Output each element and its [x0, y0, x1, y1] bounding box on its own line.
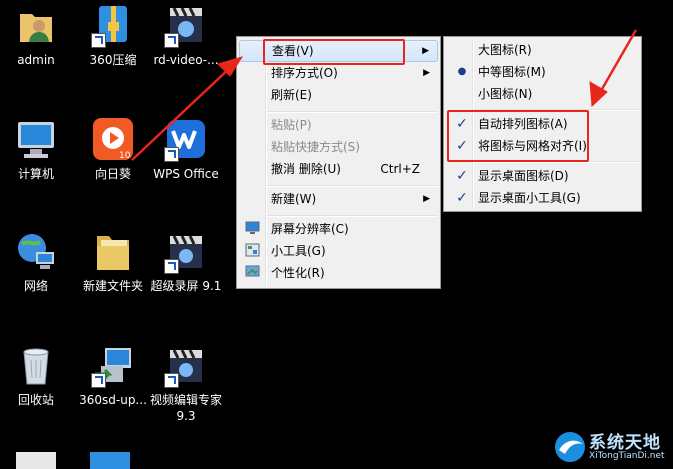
menu-item-paste[interactable]: 粘贴(P): [239, 114, 438, 136]
desktop-icon-network[interactable]: 网络: [0, 230, 72, 294]
menu-shortcut: Ctrl+Z: [380, 162, 420, 176]
watermark-logo-icon: [555, 432, 585, 462]
desktop-icon-label: 360压缩: [89, 53, 137, 67]
desktop-icon-label: rd-video-...: [153, 53, 219, 67]
desktop-icon-360sd[interactable]: 360sd-up...: [77, 344, 149, 408]
desktop-icon-label: 回收站: [17, 393, 54, 407]
desktop-icon-label: 向日葵: [94, 167, 131, 181]
menu-separator: [267, 185, 438, 187]
desktop-icon-computer[interactable]: 计算机: [0, 118, 72, 182]
desktop-icon-label: 360sd-up...: [79, 393, 147, 407]
watermark-title: 系统天地: [589, 433, 661, 453]
shortcut-arrow-icon: [91, 33, 106, 48]
watermark: 系统天地 XiTongTianDi.net: [553, 426, 673, 469]
watermark-url: XiTongTianDi.net: [589, 451, 665, 461]
selected-dot-icon: ●: [457, 66, 467, 77]
user-folder-icon: [14, 4, 58, 48]
submenu-arrow-icon: ▶: [423, 194, 430, 204]
desktop-icon-label: 超级录屏 9.1: [150, 279, 222, 293]
menu-separator: [267, 215, 438, 217]
desktop-icon-label: 新建文件夹: [82, 279, 143, 293]
desktop-context-menu: 查看(V) ▶ 排序方式(O) ▶ 刷新(E) 粘贴(P) 粘贴快捷方式(S) …: [236, 36, 441, 289]
menu-item-refresh[interactable]: 刷新(E): [239, 84, 438, 106]
partial-desktop-icon[interactable]: [90, 452, 130, 469]
menu-item-personalize[interactable]: 个性化(R): [239, 262, 438, 284]
desktop-icon-label: admin: [17, 53, 55, 67]
menu-item-medium-icons[interactable]: ● 中等图标(M): [446, 61, 639, 83]
network-globe-icon: [14, 230, 58, 274]
highlight-box-view: [263, 39, 405, 65]
clapperboard-icon: [164, 344, 208, 388]
shortcut-arrow-icon: [164, 259, 179, 274]
installer-icon: [91, 344, 135, 388]
desktop-icon-label: WPS Office: [153, 167, 219, 181]
clapperboard-icon: [164, 230, 208, 274]
desktop-icon-video-editor[interactable]: 视频编辑专家 9.3: [150, 344, 222, 424]
folder-icon: [91, 230, 135, 274]
checkmark-icon: ✓: [456, 190, 468, 206]
partial-desktop-icon[interactable]: [16, 452, 56, 469]
menu-item-sort-by[interactable]: 排序方式(O) ▶: [239, 62, 438, 84]
desktop-icon-label: 视频编辑专家 9.3: [150, 393, 223, 423]
computer-icon: [14, 118, 58, 162]
sunlogin-app-icon: 10: [91, 118, 135, 162]
recycle-bin-icon: [14, 344, 58, 388]
shortcut-arrow-icon: [164, 33, 179, 48]
menu-item-large-icons[interactable]: 大图标(R): [446, 39, 639, 61]
wps-office-icon: [164, 118, 208, 162]
desktop-icon-screen-recorder[interactable]: 超级录屏 9.1: [150, 230, 222, 294]
shortcut-arrow-icon: [164, 373, 179, 388]
menu-item-new[interactable]: 新建(W) ▶: [239, 188, 438, 210]
desktop-icon-360zip[interactable]: 360压缩: [77, 4, 149, 68]
checkmark-icon: ✓: [456, 168, 468, 184]
menu-item-small-icons[interactable]: 小图标(N): [446, 83, 639, 105]
personalize-icon: [245, 265, 260, 277]
desktop-icon-label: 网络: [23, 279, 48, 293]
menu-item-show-desktop-icons[interactable]: ✓ 显示桌面图标(D): [446, 165, 639, 187]
desktop-icon-new-folder[interactable]: 新建文件夹: [77, 230, 149, 294]
menu-item-gadgets[interactable]: 小工具(G): [239, 240, 438, 262]
desktop-icon-wps[interactable]: WPS Office: [150, 118, 222, 182]
shortcut-arrow-icon: [164, 147, 179, 162]
highlight-box-arrange-options: [447, 110, 589, 162]
menu-item-screen-resolution[interactable]: 屏幕分辨率(C): [239, 218, 438, 240]
desktop-icon-recycle-bin[interactable]: 回收站: [0, 344, 72, 408]
gadgets-icon: [245, 243, 260, 257]
menu-separator: [267, 111, 438, 113]
screen-resolution-icon: [245, 221, 260, 234]
menu-item-paste-shortcut[interactable]: 粘贴快捷方式(S): [239, 136, 438, 158]
archive-icon: [91, 4, 135, 48]
desktop-icon-rd-video[interactable]: rd-video-...: [150, 4, 222, 68]
version-badge: 10: [119, 151, 131, 161]
submenu-arrow-icon: ▶: [423, 68, 430, 78]
desktop-icon-sunlogin[interactable]: 10 向日葵: [77, 118, 149, 182]
menu-item-show-gadgets[interactable]: ✓ 显示桌面小工具(G): [446, 187, 639, 209]
submenu-arrow-icon: ▶: [422, 46, 429, 56]
video-editor-icon: [164, 4, 208, 48]
desktop-icon-label: 计算机: [17, 167, 54, 181]
desktop-icon-admin[interactable]: admin: [0, 4, 72, 68]
menu-item-undo-delete[interactable]: 撤消 删除(U) Ctrl+Z: [239, 158, 438, 180]
shortcut-arrow-icon: [91, 373, 106, 388]
